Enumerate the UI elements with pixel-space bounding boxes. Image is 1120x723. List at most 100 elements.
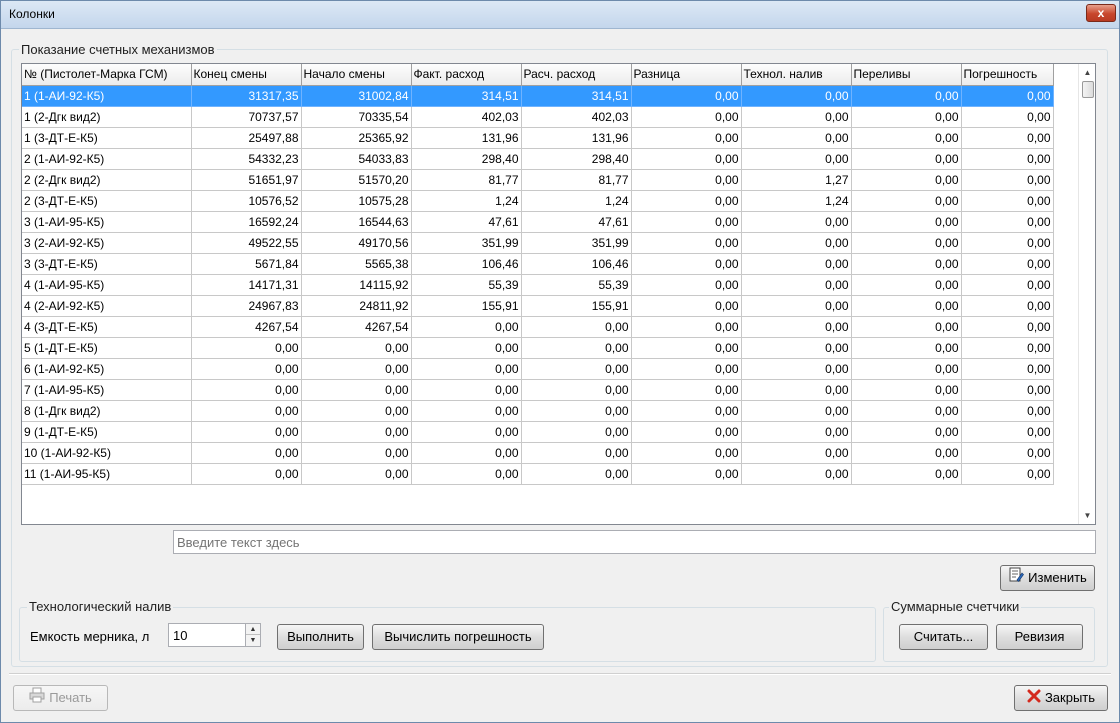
value-cell[interactable]: 0,00 [741,211,852,233]
value-cell[interactable]: 70737,57 [191,106,302,128]
column-header[interactable]: № (Пистолет-Марка ГСМ) [22,64,192,86]
value-cell[interactable]: 0,00 [191,421,302,443]
value-cell[interactable]: 0,00 [631,295,742,317]
nozzle-cell[interactable]: 2 (2-Дгк вид2) [22,169,192,191]
nozzle-cell[interactable]: 1 (3-ДТ-Е-К5) [22,127,192,149]
value-cell[interactable]: 0,00 [851,400,962,422]
value-cell[interactable]: 0,00 [961,253,1054,275]
value-cell[interactable]: 0,00 [521,463,632,485]
value-cell[interactable]: 0,00 [741,442,852,464]
value-cell[interactable]: 155,91 [411,295,522,317]
value-cell[interactable]: 0,00 [851,127,962,149]
value-cell[interactable]: 0,00 [961,337,1054,359]
value-cell[interactable]: 0,00 [631,442,742,464]
value-cell[interactable]: 0,00 [741,379,852,401]
value-cell[interactable]: 81,77 [521,169,632,191]
value-cell[interactable]: 4267,54 [191,316,302,338]
value-cell[interactable]: 0,00 [741,106,852,128]
table-row[interactable]: 3 (2-АИ-92-К5) 49522,55 49170,56 351,99 351,… [22,232,1054,254]
value-cell[interactable]: 0,00 [741,400,852,422]
value-cell[interactable]: 0,00 [631,169,742,191]
value-cell[interactable]: 314,51 [411,85,522,107]
table-row[interactable]: 1 (3-ДТ-Е-К5) 25497,88 25365,92 131,96 131,9… [22,127,1054,149]
value-cell[interactable]: 0,00 [191,442,302,464]
table-row[interactable]: 1 (2-Дгк вид2) 70737,57 70335,54 402,03 402,… [22,106,1054,128]
scroll-up-arrow-icon[interactable]: ▲ [1079,64,1095,81]
value-cell[interactable]: 0,00 [961,379,1054,401]
nozzle-cell[interactable]: 11 (1-АИ-95-К5) [22,463,192,485]
text-input[interactable] [173,530,1096,554]
value-cell[interactable]: 0,00 [851,169,962,191]
value-cell[interactable]: 1,27 [741,169,852,191]
value-cell[interactable]: 25365,92 [301,127,412,149]
value-cell[interactable]: 0,00 [961,400,1054,422]
value-cell[interactable]: 0,00 [961,358,1054,380]
value-cell[interactable]: 31002,84 [301,85,412,107]
value-cell[interactable]: 0,00 [851,232,962,254]
nozzle-cell[interactable]: 2 (3-ДТ-Е-К5) [22,190,192,212]
value-cell[interactable]: 0,00 [741,274,852,296]
value-cell[interactable]: 70335,54 [301,106,412,128]
value-cell[interactable]: 0,00 [741,463,852,485]
value-cell[interactable]: 0,00 [411,463,522,485]
value-cell[interactable]: 0,00 [191,379,302,401]
value-cell[interactable]: 0,00 [301,337,412,359]
value-cell[interactable]: 0,00 [631,463,742,485]
value-cell[interactable]: 24967,83 [191,295,302,317]
value-cell[interactable]: 55,39 [411,274,522,296]
column-header[interactable]: Начало смены [301,64,412,86]
value-cell[interactable]: 0,00 [851,295,962,317]
value-cell[interactable]: 0,00 [631,85,742,107]
value-cell[interactable]: 0,00 [301,400,412,422]
table-row[interactable]: 3 (3-ДТ-Е-К5) 5671,84 5565,38 106,46 106,46 0… [22,253,1054,275]
table-row[interactable]: 11 (1-АИ-95-К5) 0,00 0,00 0,00 0,00 0,00 0,00 0… [22,463,1054,485]
value-cell[interactable]: 0,00 [191,358,302,380]
edit-button[interactable]: Изменить [1000,565,1095,591]
value-cell[interactable]: 0,00 [961,211,1054,233]
value-cell[interactable]: 0,00 [741,232,852,254]
nozzle-cell[interactable]: 3 (3-ДТ-Е-К5) [22,253,192,275]
value-cell[interactable]: 0,00 [631,358,742,380]
nozzle-cell[interactable]: 3 (1-АИ-95-К5) [22,211,192,233]
print-button[interactable]: Печать [13,685,108,711]
value-cell[interactable]: 4267,54 [301,316,412,338]
value-cell[interactable]: 0,00 [191,463,302,485]
table-row[interactable]: 5 (1-ДТ-Е-К5) 0,00 0,00 0,00 0,00 0,00 0,00 0,0… [22,337,1054,359]
value-cell[interactable]: 402,03 [411,106,522,128]
value-cell[interactable]: 0,00 [961,232,1054,254]
nozzle-cell[interactable]: 8 (1-Дгк вид2) [22,400,192,422]
value-cell[interactable]: 0,00 [631,400,742,422]
capacity-input[interactable] [168,623,246,647]
value-cell[interactable]: 0,00 [521,400,632,422]
value-cell[interactable]: 1,24 [521,190,632,212]
table-row[interactable]: 2 (1-АИ-92-К5) 54332,23 54033,83 298,40 298,… [22,148,1054,170]
value-cell[interactable]: 0,00 [521,379,632,401]
table-row[interactable]: 4 (2-АИ-92-К5) 24967,83 24811,92 155,91 155,… [22,295,1054,317]
value-cell[interactable]: 16592,24 [191,211,302,233]
value-cell[interactable]: 0,00 [521,316,632,338]
value-cell[interactable]: 0,00 [301,421,412,443]
value-cell[interactable]: 0,00 [191,337,302,359]
table-row[interactable]: 2 (3-ДТ-Е-К5) 10576,52 10575,28 1,24 1,24 0,0… [22,190,1054,212]
value-cell[interactable]: 0,00 [961,421,1054,443]
table-row[interactable]: 2 (2-Дгк вид2) 51651,97 51570,20 81,77 81,77… [22,169,1054,191]
nozzle-cell[interactable]: 7 (1-АИ-95-К5) [22,379,192,401]
stepper-up-icon[interactable]: ▲ [246,624,260,635]
value-cell[interactable]: 0,00 [301,379,412,401]
value-cell[interactable]: 31317,35 [191,85,302,107]
value-cell[interactable]: 0,00 [741,127,852,149]
value-cell[interactable]: 0,00 [961,316,1054,338]
value-cell[interactable]: 298,40 [411,148,522,170]
table-row[interactable]: 6 (1-АИ-92-К5) 0,00 0,00 0,00 0,00 0,00 0,00 0,… [22,358,1054,380]
value-cell[interactable]: 55,39 [521,274,632,296]
value-cell[interactable]: 14171,31 [191,274,302,296]
value-cell[interactable]: 0,00 [411,442,522,464]
value-cell[interactable]: 0,00 [631,253,742,275]
value-cell[interactable]: 0,00 [961,127,1054,149]
value-cell[interactable]: 0,00 [631,274,742,296]
stepper-down-icon[interactable]: ▼ [246,635,260,646]
value-cell[interactable]: 0,00 [631,127,742,149]
value-cell[interactable]: 0,00 [411,400,522,422]
value-cell[interactable]: 16544,63 [301,211,412,233]
value-cell[interactable]: 0,00 [961,190,1054,212]
